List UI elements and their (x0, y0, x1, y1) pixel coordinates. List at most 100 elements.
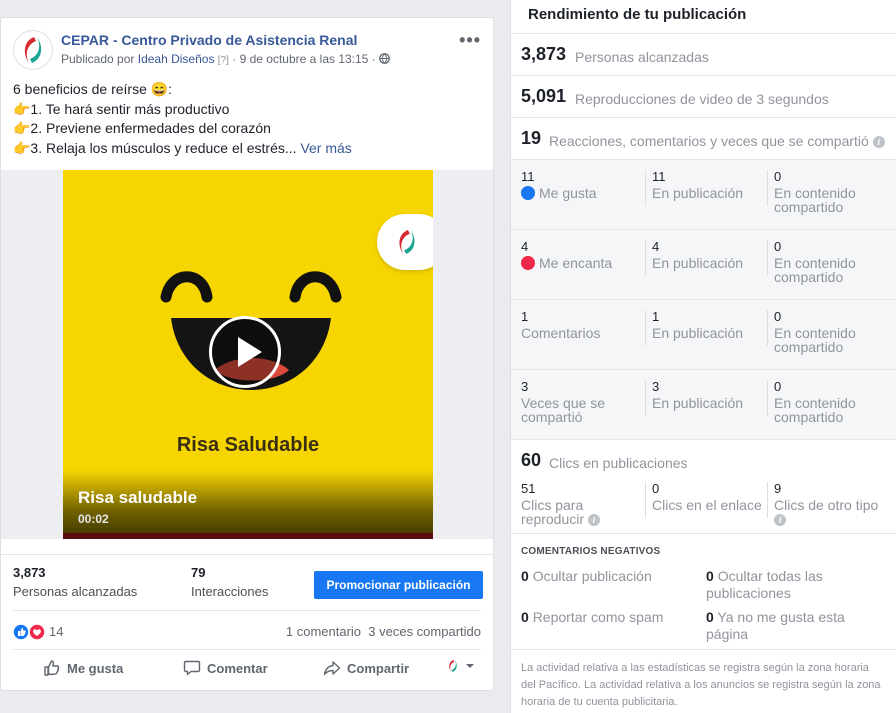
other-clicks-label: Clics de otro tipo (774, 497, 879, 513)
video-center-title: Risa Saludable (176, 434, 320, 456)
love-on-shares: 0 En contenido compartido (767, 239, 891, 284)
post-text-line: 6 beneficios de reírse 😄: (13, 81, 173, 97)
help-marker[interactable]: [?] (218, 55, 229, 66)
engagement-metric: 19 Reacciones, comentarios y veces que s… (511, 117, 896, 159)
reach-value: 3,873 (13, 565, 46, 580)
post-text-line: 👉3. Relaja los músculos y reduce el estr… (13, 139, 481, 159)
comment-bubble-icon (183, 660, 201, 676)
reach-block: 3,873 Personas alcanzadas (13, 565, 137, 599)
shares-total: 3 Veces que se compartió (521, 380, 641, 425)
like-label: Me gusta (67, 660, 124, 676)
heart-icon (521, 256, 535, 270)
page-name-link[interactable]: CEPAR - Centro Privado de Asistencia Ren… (61, 32, 357, 48)
shares-on-shares: 0 En contenido compartido (767, 380, 891, 424)
post-card: CEPAR - Centro Privado de Asistencia Ren… (0, 17, 494, 691)
like-on-shares-label: En contenido compartido (774, 185, 856, 215)
comments-on-shares: 0 En contenido compartido (767, 309, 891, 354)
post-insights-row: 3,873 Personas alcanzadas 79 Interaccion… (1, 554, 493, 610)
hide-post-value: 0 (521, 568, 529, 584)
caret-down-icon (466, 664, 474, 668)
interactions-value: 79 (191, 565, 206, 580)
share-button[interactable]: Compartir (323, 659, 409, 677)
post-date[interactable]: · 9 de octubre a las 13:15 · (232, 52, 375, 66)
shares-on-post-label: En publicación (652, 395, 744, 411)
see-more-link[interactable]: Ver más (300, 140, 351, 156)
like-total: 11 Me gusta (521, 170, 641, 200)
views-metric-label: Reproducciones de video de 3 segundos (575, 91, 829, 107)
like-on-post: 11 En publicación (645, 170, 763, 206)
shares-on-shares-label: En contenido compartido (774, 395, 856, 425)
comments-on-shares-label: En contenido compartido (774, 325, 856, 355)
interactions-block: 79 Interacciones (191, 565, 268, 599)
play-clicks-label: Clics para reproducir (521, 497, 585, 527)
shares-on-post-value: 3 (652, 379, 660, 394)
other-clicks: 9 Clics de otro tipo i (767, 482, 891, 526)
views-metric: 5,091 Reproducciones de video de 3 segun… (511, 75, 896, 117)
clicks-metric-label: Clics en publicaciones (549, 455, 688, 471)
comments-count-link[interactable]: 1 comentario (286, 624, 361, 639)
link-clicks-value: 0 (652, 481, 660, 496)
meta-prefix: Publicado por (61, 52, 135, 66)
comment-button[interactable]: Comentar (183, 659, 268, 677)
link-clicks-label: Clics en el enlace (652, 497, 762, 513)
timezone-footnote: La actividad relativa a las estadísticas… (521, 662, 881, 708)
author-link[interactable]: Ideah Diseños (138, 52, 215, 66)
cepar-logo-icon (24, 37, 42, 63)
shares-total-label: Veces que se compartió (521, 395, 606, 425)
views-metric-value: 5,091 (521, 86, 567, 106)
love-total: 4 Me encanta (521, 240, 641, 270)
like-button[interactable]: Me gusta (43, 659, 123, 677)
comments-on-post: 1 En publicación (645, 310, 763, 346)
video-logo-badge (377, 214, 433, 270)
comments-on-post-value: 1 (652, 309, 660, 324)
video-player[interactable]: Risa Saludable Risa saludable 00:02 (63, 170, 433, 539)
comments-total: 1 Comentarios (521, 310, 641, 341)
reaction-count[interactable]: 14 (49, 624, 63, 639)
post-meta: Publicado por Ideah Diseños [?] · 9 de o… (61, 52, 390, 66)
spam-value: 0 (521, 609, 529, 625)
unlike-stat: 0 Ya no me gusta esta página (706, 609, 886, 643)
divider (511, 649, 896, 650)
page-avatar[interactable] (13, 30, 53, 70)
post-performance-panel: Rendimiento de tu publicación 3,873 Pers… (510, 0, 896, 713)
like-on-post-label: En publicación (652, 185, 744, 201)
post-text-truncated: 👉3. Relaja los músculos y reduce el estr… (13, 139, 297, 156)
post-text-line: 👉2. Previene enfermedades del corazón (13, 120, 271, 136)
reaction-icons[interactable] (13, 623, 49, 641)
unlike-label: Ya no me gusta esta página (706, 609, 845, 642)
hide-post-label: Ocultar publicación (532, 568, 652, 584)
spam-label: Reportar como spam (532, 609, 664, 625)
link-clicks: 0 Clics en el enlace (645, 482, 763, 518)
negative-feedback-title: COMENTARIOS NEGATIVOS (521, 546, 661, 557)
reactions-breakdown: 11 Me gusta 11 En publicación 0 En contenid… (511, 159, 896, 439)
cepar-logo-icon (399, 230, 415, 254)
engagement-label-text: Reacciones, comentarios y veces que se c… (549, 133, 869, 149)
comments-on-shares-value: 0 (774, 309, 782, 324)
hide-all-stat: 0 Ocultar todas las publicaciones (706, 568, 886, 602)
like-on-shares-value: 0 (774, 169, 782, 184)
love-on-shares-value: 0 (774, 239, 782, 254)
reach-metric-value: 3,873 (521, 44, 567, 64)
post-text-line: 👉1. Te hará sentir más productivo (13, 100, 230, 117)
love-total-label: Me encanta (539, 255, 613, 271)
info-icon[interactable]: i (587, 514, 600, 526)
share-arrow-icon (323, 661, 341, 676)
promote-post-button[interactable]: Promocionar publicación (314, 571, 483, 599)
more-options-icon[interactable]: ••• (459, 30, 481, 51)
play-clicks: 51 Clics para reproducir i (521, 482, 641, 526)
comments-shares-summary: 1 comentario 3 veces compartido (286, 624, 481, 639)
like-total-label: Me gusta (539, 185, 597, 201)
interactions-label: Interacciones (191, 584, 269, 599)
engagement-metric-value: 19 (521, 128, 542, 148)
video-duration: 00:02 (78, 512, 109, 526)
breakdown-row-love: 4 Me encanta 4 En publicación 0 En contenid… (511, 230, 896, 300)
info-icon[interactable]: i (774, 514, 786, 526)
play-button[interactable] (209, 316, 281, 388)
shares-on-post: 3 En publicación (645, 380, 763, 416)
globe-icon (379, 53, 390, 64)
info-icon[interactable]: i (872, 136, 885, 148)
post-as-selector[interactable] (447, 659, 475, 673)
breakdown-row-comments: 1 Comentarios 1 En publicación 0 En conteni… (511, 300, 896, 370)
video-title: Risa saludable (78, 488, 198, 507)
shares-count-link[interactable]: 3 veces compartido (368, 624, 481, 639)
